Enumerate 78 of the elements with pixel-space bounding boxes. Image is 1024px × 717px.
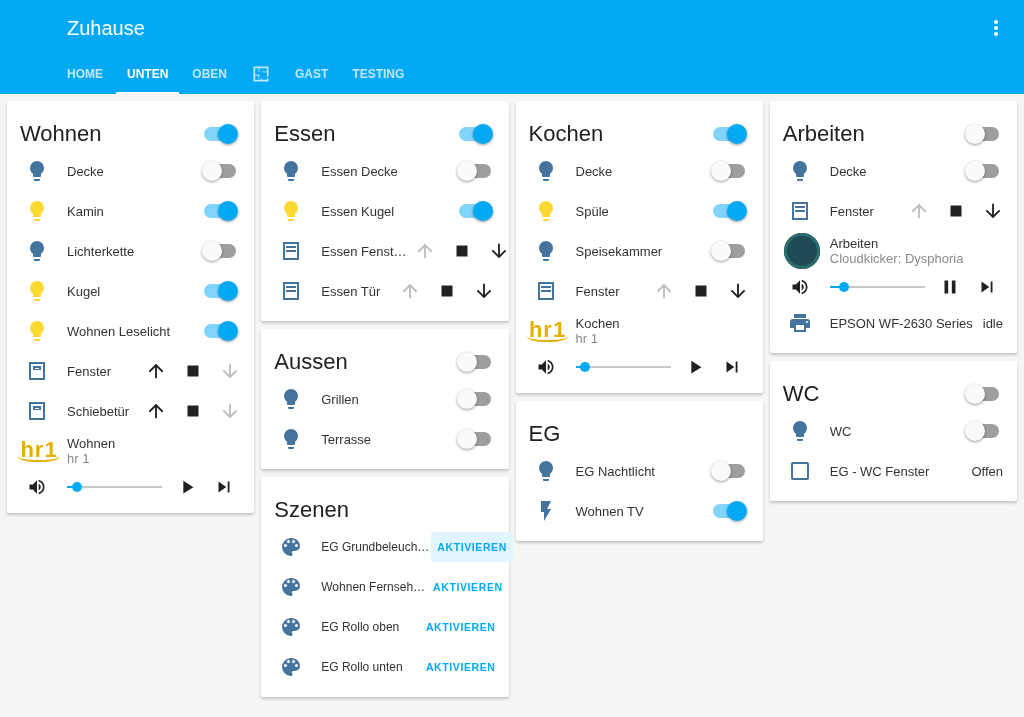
toggle-switch[interactable] [456,161,493,181]
volume-icon[interactable] [27,477,47,497]
toggle-switch[interactable] [965,384,1001,404]
entity-name: Grillen [321,391,360,407]
entity-name: Spüle [575,203,610,219]
entity-name: EG - WC Fenster [829,463,931,479]
tab[interactable]: GAST [284,56,340,94]
toggle-switch[interactable] [710,161,747,181]
media-title: hr 1 [67,451,91,466]
card-title: Aussen [274,349,349,375]
toggle-switch[interactable] [202,321,239,341]
media-player-name: Wohnen [67,436,116,451]
card-title: Szenen [274,497,350,523]
entity-name: Fenster [575,283,621,299]
toggle-switch[interactable] [456,352,493,372]
entity-name: Essen Tür [321,283,382,299]
entity-name: Fenster [67,363,113,379]
entity-name: Fenster [829,203,875,219]
printer-icon [787,311,812,335]
entity-name: Terrasse [321,431,373,447]
card-title: Wohnen [20,121,103,147]
toggle-switch[interactable] [965,421,1001,441]
entity-name: Essen Fenst… [321,243,407,259]
card-title: EG [528,421,562,447]
toggle-switch[interactable] [202,201,239,221]
entity-name: WC [829,423,853,439]
toggle-switch[interactable] [965,124,1001,144]
card-title: WC [782,381,821,407]
entity-state: idle [982,315,1003,331]
entity-name: Schiebetür [67,403,131,419]
station-logo: hr1 [526,320,569,342]
entity-name: EG Nachtlicht [575,463,656,479]
page-title: Zuhause [67,16,146,40]
scene-name: EG Grundbeleuch… [321,540,430,554]
toggle-switch[interactable] [710,461,747,481]
slider-thumb[interactable] [71,482,82,492]
entity-name: Speisekammer [575,243,664,259]
media-player-name: Kochen [575,316,620,331]
activate-button[interactable]: AKTIVIEREN [419,652,502,682]
activate-button[interactable]: AKTIVIEREN [419,612,502,642]
toggle-switch[interactable] [456,429,493,449]
toggle-switch[interactable] [202,281,239,301]
floorplan-icon [251,64,271,84]
entity-name: Lichterkette [67,243,136,259]
entity-name: Essen Decke [321,163,399,179]
toggle-switch[interactable] [710,241,747,261]
scene-name: Wohnen Fernseh… [321,580,426,594]
toggle-switch[interactable] [965,161,1001,181]
entity-name: Essen Kugel [321,203,396,219]
slider-thumb[interactable] [580,362,590,372]
entity-name: Kugel [67,283,102,299]
media-title: Cloudkicker: Dysphoria [829,251,964,266]
scene-name: EG Rollo unten [321,660,404,674]
entity-name: Decke [829,163,868,179]
activate-button[interactable]: AKTIVIEREN [431,532,513,562]
entity-state: Offen [971,463,1003,479]
card-title: Essen [274,121,337,147]
entity-name: Wohnen Leselicht [67,323,172,339]
media-title: hr 1 [575,331,599,346]
entity-name: Kamin [67,203,105,219]
slider-thumb[interactable] [839,282,850,292]
media-player-name: Arbeiten [829,236,880,251]
tab[interactable]: OBEN [181,56,238,94]
album-art-placeholder [783,233,820,269]
entity-name: Wohnen TV [575,503,645,519]
tab[interactable]: HOME [56,56,114,94]
station-logo: hr1 [18,440,60,462]
card-title: Kochen [528,121,605,147]
entity-name: Decke [67,163,105,179]
tab[interactable]: TESTING [341,56,416,94]
toggle-switch[interactable] [202,124,239,144]
scene-name: EG Rollo oben [321,620,401,634]
card-title: Arbeiten [782,121,866,147]
activate-button[interactable]: AKTIVIEREN [427,572,509,602]
tab[interactable]: UNTEN [116,56,180,94]
entity-name: Decke [575,163,614,179]
toggle-switch[interactable] [456,389,493,409]
entity-name: EPSON WF-2630 Series [829,315,974,331]
